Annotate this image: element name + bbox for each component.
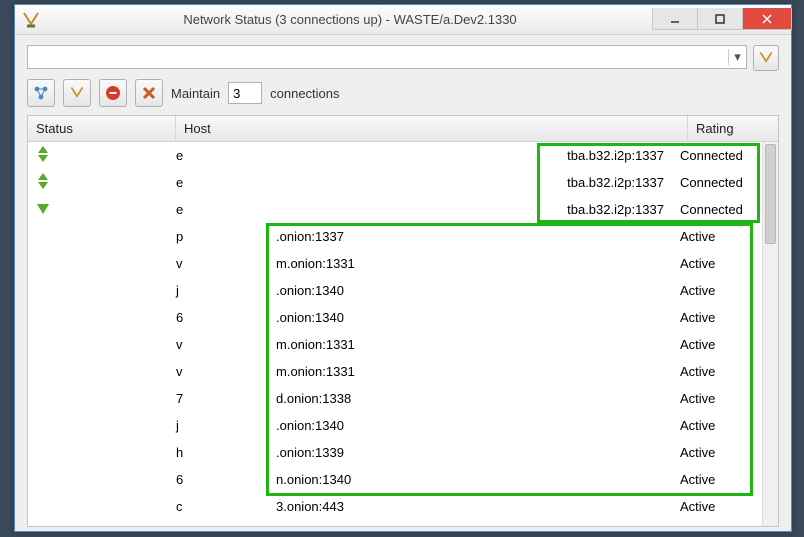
vertical-scrollbar[interactable]: ▲ (762, 142, 778, 526)
rating-cell: Active (680, 337, 762, 352)
host-suffix: .onion:1340 (276, 310, 344, 325)
header-rating[interactable]: Rating (688, 116, 778, 141)
transfer-updown-icon (36, 173, 52, 189)
rating-cell: Active (680, 310, 762, 325)
connections-label: connections (270, 86, 339, 101)
waste-icon (21, 10, 41, 30)
table-row[interactable]: j.onion:1340Active (28, 277, 762, 304)
address-combo[interactable]: ▾ (27, 45, 747, 69)
scrollbar-thumb[interactable] (765, 144, 776, 244)
rating-cell: Active (680, 229, 762, 244)
transfer-down-icon (36, 201, 52, 215)
add-node-button[interactable] (27, 79, 55, 107)
toolbar-row: Maintain connections (15, 77, 791, 115)
connections-list: Status Host Rating etba.b32.i2p:1337Conn… (27, 115, 779, 527)
table-row[interactable]: etba.b32.i2p:1337Connected (28, 169, 762, 196)
host-suffix: n.onion:1340 (276, 472, 351, 487)
table-row[interactable]: vm.onion:1331Active (28, 250, 762, 277)
host-suffix: 3.onion:443 (276, 499, 344, 514)
list-rows: etba.b32.i2p:1337Connectedetba.b32.i2p:1… (28, 142, 762, 526)
table-row[interactable]: j.onion:1340Active (28, 412, 762, 439)
header-host[interactable]: Host (176, 116, 688, 141)
host-suffix: .onion:1337 (276, 229, 344, 244)
transfer-updown-icon (36, 146, 52, 162)
host-suffix: .onion:1340 (276, 418, 344, 433)
rating-cell: Active (680, 391, 762, 406)
rating-cell: Connected (680, 202, 762, 217)
chevron-down-icon[interactable]: ▾ (728, 49, 746, 65)
maximize-button[interactable] (697, 8, 743, 30)
table-row[interactable]: vm.onion:1331Active (28, 331, 762, 358)
table-row[interactable]: h.onion:1339Active (28, 439, 762, 466)
table-row[interactable]: c3.onion:443Active (28, 493, 762, 520)
stop-button[interactable] (99, 79, 127, 107)
host-right: tba.b32.i2p:1337 (567, 148, 664, 163)
refresh-button[interactable] (63, 79, 91, 107)
table-row[interactable]: etba.b32.i2p:1337Connected (28, 196, 762, 223)
host-right: tba.b32.i2p:1337 (567, 202, 664, 217)
address-bar-row: ▾ (15, 35, 791, 77)
host-suffix: .onion:1339 (276, 445, 344, 460)
maintain-count-input[interactable] (228, 82, 262, 104)
rating-cell: Connected (680, 175, 762, 190)
rating-cell: Connected (680, 148, 762, 163)
rating-cell: Active (680, 364, 762, 379)
host-suffix: m.onion:1331 (276, 337, 355, 352)
table-row[interactable]: etba.b32.i2p:1337Connected (28, 142, 762, 169)
rating-cell: Active (680, 418, 762, 433)
list-header: Status Host Rating (28, 116, 778, 142)
delete-button[interactable] (135, 79, 163, 107)
table-row[interactable]: 6n.onion:1340Active (28, 466, 762, 493)
titlebar[interactable]: Network Status (3 connections up) - WAST… (15, 5, 791, 35)
rating-cell: Active (680, 445, 762, 460)
header-status[interactable]: Status (28, 116, 176, 141)
maintain-label: Maintain (171, 86, 220, 101)
address-input[interactable] (28, 50, 728, 65)
minimize-button[interactable] (652, 8, 698, 30)
connect-button[interactable] (753, 45, 779, 71)
host-suffix: m.onion:1331 (276, 364, 355, 379)
host-suffix: m.onion:1331 (276, 256, 355, 271)
host-suffix: d.onion:1338 (276, 391, 351, 406)
rating-cell: Active (680, 472, 762, 487)
table-row[interactable]: p.onion:1337Active (28, 223, 762, 250)
host-right: tba.b32.i2p:1337 (567, 175, 664, 190)
host-suffix: .onion:1340 (276, 283, 344, 298)
table-row[interactable]: 6.onion:1340Active (28, 304, 762, 331)
table-row[interactable]: 7d.onion:1338Active (28, 385, 762, 412)
table-row[interactable]: vm.onion:1331Active (28, 358, 762, 385)
rating-cell: Active (680, 256, 762, 271)
network-status-window: Network Status (3 connections up) - WAST… (14, 4, 792, 532)
close-button[interactable] (742, 8, 792, 30)
rating-cell: Active (680, 283, 762, 298)
window-title: Network Status (3 connections up) - WAST… (47, 12, 653, 27)
rating-cell: Active (680, 499, 762, 514)
